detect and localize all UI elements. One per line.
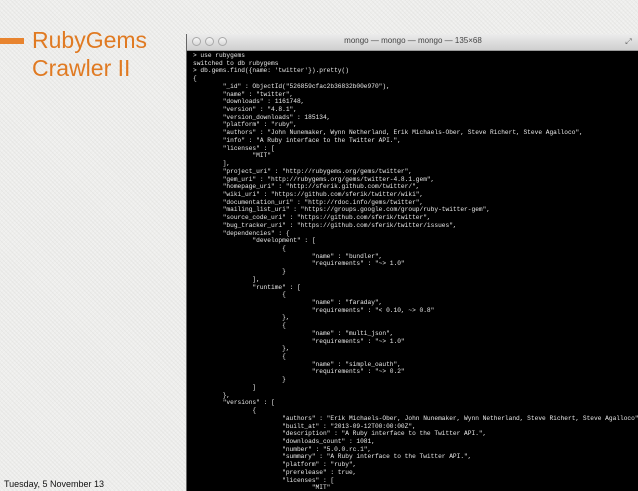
terminal-line: "requirements" : "~> 1.0" [193,337,405,345]
terminal-line: "homepage_uri" : "http://sferik.github.c… [193,183,420,191]
footer-date: Tuesday, 5 November 13 [4,479,105,489]
terminal-line: } [193,376,286,384]
terminal-line: { [193,353,286,361]
terminal-line: "name" : "simple_oauth", [193,360,401,368]
terminal-line: "version_downloads" : 185134, [193,113,331,121]
terminal-output[interactable]: > use rubygems switched to db rubygems > d… [187,51,638,491]
terminal-line: "name" : "twitter", [193,90,294,98]
terminal-line: "wiki_uri" : "https://github.com/sferik/… [193,190,424,198]
terminal-line: }, [193,345,290,353]
terminal-line: "licenses" : [ [193,144,275,152]
fullscreen-icon[interactable]: ⤢ [624,37,633,46]
terminal-line: "MIT" [193,152,271,160]
terminal-line: "number" : "5.0.0.rc.1", [193,445,372,453]
terminal-line: "version" : "4.8.1", [193,106,297,114]
terminal-window[interactable]: mongo — mongo — mongo — 135×68 ⤢ > use r… [186,34,638,491]
window-title-bar[interactable]: mongo — mongo — mongo — 135×68 ⤢ [187,34,638,51]
terminal-line: "name" : "faraday", [193,299,383,306]
terminal-line: ], [193,160,231,168]
terminal-line: ], [193,275,260,283]
terminal-line: > use rubygems [193,52,245,59]
terminal-line: { [193,291,286,299]
terminal-line: "description" : "A Ruby interface to the… [193,430,487,438]
terminal-line: "versions" : [ [193,399,275,407]
terminal-line: "licenses" : [ [193,476,335,484]
terminal-line: }, [193,391,231,399]
terminal-line: "bug_tracker_uri" : "https://github.com/… [193,221,457,229]
terminal-line: "dependencies" : { [193,229,290,237]
terminal-line: "MIT" [193,484,331,491]
terminal-line: "requirements" : "~> 0.2" [193,368,405,376]
accent-bar [0,38,24,44]
window-title: mongo — mongo — mongo — 135×68 [344,36,482,45]
terminal-line: "mailing_list_uri" : "https://groups.goo… [193,206,491,214]
terminal-line: "documentation_uri" : "http://rdoc.info/… [193,198,424,206]
terminal-line: "source_code_uri" : "https://github.com/… [193,214,431,222]
terminal-line: ] [193,383,257,391]
terminal-line: { [193,75,197,83]
terminal-line: "authors" : "Erik Michaels-Ober, John Nu… [193,414,638,422]
terminal-line: "runtime" : [ [193,283,301,291]
slide-title: RubyGems Crawler II [32,26,182,82]
terminal-line: "summary" : "A Ruby interface to the Twi… [193,453,472,461]
terminal-line: "name" : "multi_json", [193,329,394,337]
terminal-line: { [193,322,286,330]
terminal-line: "_id" : ObjectId("526859cfac2b36832b00e9… [193,82,390,90]
terminal-line: "project_uri" : "http://rubygems.org/gem… [193,167,413,175]
terminal-line: "requirements" : "~> 1.0" [193,260,405,268]
terminal-line: "development" : [ [193,237,316,245]
terminal-line: "prerelease" : true, [193,468,357,476]
terminal-line: "downloads" : 1161748, [193,98,305,106]
terminal-line: "platform" : "ruby", [193,461,357,469]
terminal-line: { [193,407,257,415]
slide-title-line-2: Crawler II [32,55,131,81]
terminal-line: "gem_uri" : "http://rubygems.org/gems/tw… [193,175,435,183]
slide-title-line-1: RubyGems [32,27,148,53]
terminal-line: "info" : "A Ruby interface to the Twitte… [193,136,401,144]
terminal-line: { [193,244,286,252]
terminal-line: "downloads_count" : 1081, [193,437,375,445]
terminal-line: }, [193,314,290,322]
terminal-line: "platform" : "ruby", [193,121,297,129]
terminal-line: "built_at" : "2013-09-12T00:00:00Z", [193,422,416,430]
terminal-line: switched to db rubygems [193,59,279,67]
terminal-line: "authors" : "John Nunemaker, Wynn Nether… [193,129,583,137]
terminal-line: } [193,268,286,276]
terminal-line: "requirements" : "< 0.10, ~> 0.8" [193,306,435,314]
terminal-line: "name" : "bundler", [193,252,383,260]
terminal-line: > db.gems.find({name: 'twitter'}).pretty… [193,67,349,75]
